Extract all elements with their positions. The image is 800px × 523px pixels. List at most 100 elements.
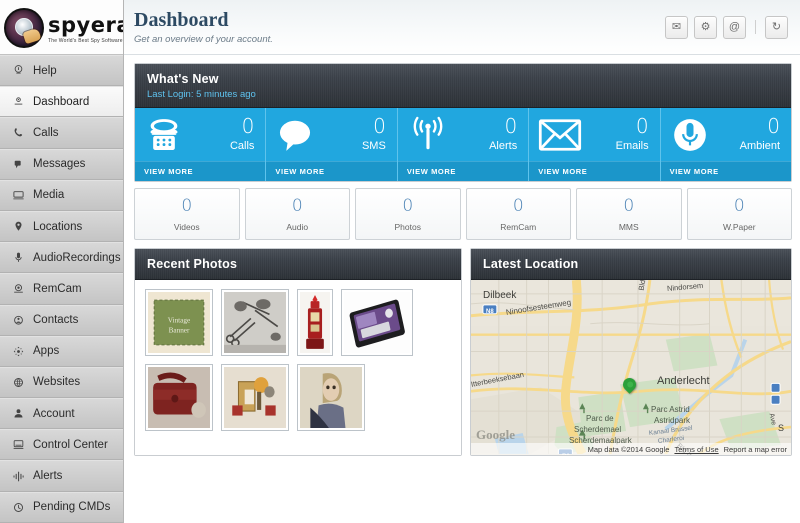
sidebar-item-control-center[interactable]: Control Center [0,429,123,461]
header-toolbar: ✉ ⚙ @ ↻ [665,15,788,39]
media-stat-audio[interactable]: 0 Audio [244,188,350,240]
sidebar-item-help[interactable]: Help [0,55,123,87]
map-attribution: Map data ©2014 Google [587,444,670,454]
page-header: Dashboard Get an overview of your accoun… [124,0,800,55]
brand-name: spyera [48,13,123,37]
map-label: S [778,423,785,433]
photo-thumbnail[interactable] [221,289,289,356]
sidebar-item-audiorecordings[interactable]: AudioRecordings [0,242,123,274]
sidebar-item-websites[interactable]: Websites [0,366,123,399]
media-stat-w-paper[interactable]: 0 W.Paper [686,188,792,240]
photo-thumbnail[interactable] [221,364,289,431]
stat-value: 0 [241,114,255,138]
view-more-button[interactable]: VIEW MORE [660,161,792,181]
last-login-text: Last Login: 5 minutes ago [147,88,256,100]
stat-value: 0 [373,114,386,138]
whats-new-title: What's New [147,71,219,86]
map-label: Bld [636,280,648,292]
view-more-button[interactable]: VIEW MORE [529,161,660,181]
media-stat-mms[interactable]: 0 MMS [576,188,682,240]
gear-button[interactable]: ⚙ [694,15,717,39]
sidebar-item-label: Dashboard [33,95,90,108]
photo-row: Vintage Banner [145,289,461,356]
at-icon: @ [728,20,741,33]
sidebar-item-label: Apps [33,345,60,358]
media-stat-value: 0 [733,196,745,216]
help-icon [11,64,26,78]
sidebar-item-pending-cmds[interactable]: Pending CMDs [0,491,123,523]
sidebar-item-label: Messages [33,158,86,171]
recent-photos-header: Recent Photos [135,249,461,280]
sidebar-item-remcam[interactable]: RemCam [0,273,123,305]
media-stat-value: 0 [291,196,303,216]
media-stat-videos[interactable]: 0 Videos [134,188,240,240]
photo-row [145,364,461,431]
stat-value: 0 [504,114,518,138]
sewing-tools-bw-image [224,292,286,353]
stat-value: 0 [635,114,649,138]
sidebar-item-label: Control Center [33,438,108,451]
sidebar-item-label: Alerts [33,470,63,483]
map-label: Anderlecht [657,375,710,387]
globe-icon [11,375,26,389]
stat-card-calls: 0 Calls VIEW MORE [135,108,267,181]
media-stat-label: RemCam [500,222,537,232]
stat-value-block: 0 Alerts [489,116,517,153]
sidebar-item-media[interactable]: Media [0,179,123,211]
map-viewport[interactable]: Dilbeek Ninoofsesteenweg N8 Itterbeeksebaan… [471,280,791,455]
leather-bag-image [148,367,210,428]
vintage-collage-image [224,367,286,428]
at-button[interactable]: @ [723,15,746,39]
sidebar-item-messages[interactable]: Messages [0,148,123,180]
stat-card-ambient: 0 Ambient VIEW MORE [660,108,792,181]
sidebar-item-label: Pending CMDs [33,501,111,514]
location-pin-icon [11,220,26,234]
svg-text:Banner: Banner [169,327,190,335]
photo-thumbnail[interactable]: Vintage Banner [145,289,213,356]
latest-location-panel: Latest Location Dilbeek Ninoofsesteenweg… [470,248,792,456]
media-stat-remcam[interactable]: 0 RemCam [465,188,571,240]
recent-photos-title: Recent Photos [147,257,238,271]
sidebar-item-label: Locations [33,220,83,233]
recent-photos-body: Vintage Banner [135,280,461,455]
svg-text:Vintage: Vintage [168,317,190,325]
recent-photos-panel: Recent Photos Vintage Banner [134,248,462,456]
mail-button[interactable]: ✉ [665,15,688,39]
sidebar-item-account[interactable]: Account [0,398,123,430]
dashboard-icon [11,95,26,109]
stat-value-block: 0 Ambient [740,116,780,153]
sidebar-item-calls[interactable]: Calls [0,117,123,149]
refresh-button[interactable]: ↻ [765,15,788,39]
phone-icon [11,126,26,140]
girl-portrait-image [300,367,362,428]
sidebar-item-contacts[interactable]: Contacts [0,304,123,336]
telephone-icon [144,115,184,155]
photo-thumbnail[interactable] [297,289,333,356]
camera-icon [11,282,26,296]
view-more-button[interactable]: VIEW MORE [397,161,529,181]
stat-card-top: 0 SMS [266,108,396,161]
view-more-button[interactable]: VIEW MORE [266,161,397,181]
sidebar-item-dashboard[interactable]: Dashboard [0,86,123,118]
sidebar-item-locations[interactable]: Locations [0,210,123,243]
sidebar-item-label: AudioRecordings [33,251,121,264]
contacts-icon [11,313,26,327]
photo-thumbnail[interactable] [297,364,365,431]
view-more-button[interactable]: VIEW MORE [135,161,266,181]
media-stat-photos[interactable]: 0 Photos [355,188,461,240]
stat-label: Ambient [739,140,781,152]
terms-of-use-link[interactable]: Terms of Use [674,445,718,454]
brand-logo[interactable]: spyera The World's Best Spy Software [0,0,123,55]
vintage-banner-image: Vintage Banner [148,292,210,353]
sidebar-item-apps[interactable]: Apps [0,335,123,367]
report-map-error-link[interactable]: Report a map error [724,445,787,454]
microphone-circle-icon [670,115,710,155]
latest-location-header: Latest Location [471,249,791,280]
photo-thumbnail[interactable] [341,289,413,356]
map-label: Scherdemael [574,425,622,434]
photo-thumbnail[interactable] [145,364,213,431]
media-stat-label: MMS [618,222,639,232]
sidebar-item-alerts[interactable]: Alerts [0,460,123,492]
stat-label: Emails [615,140,649,152]
toolbar-separator [755,20,756,34]
